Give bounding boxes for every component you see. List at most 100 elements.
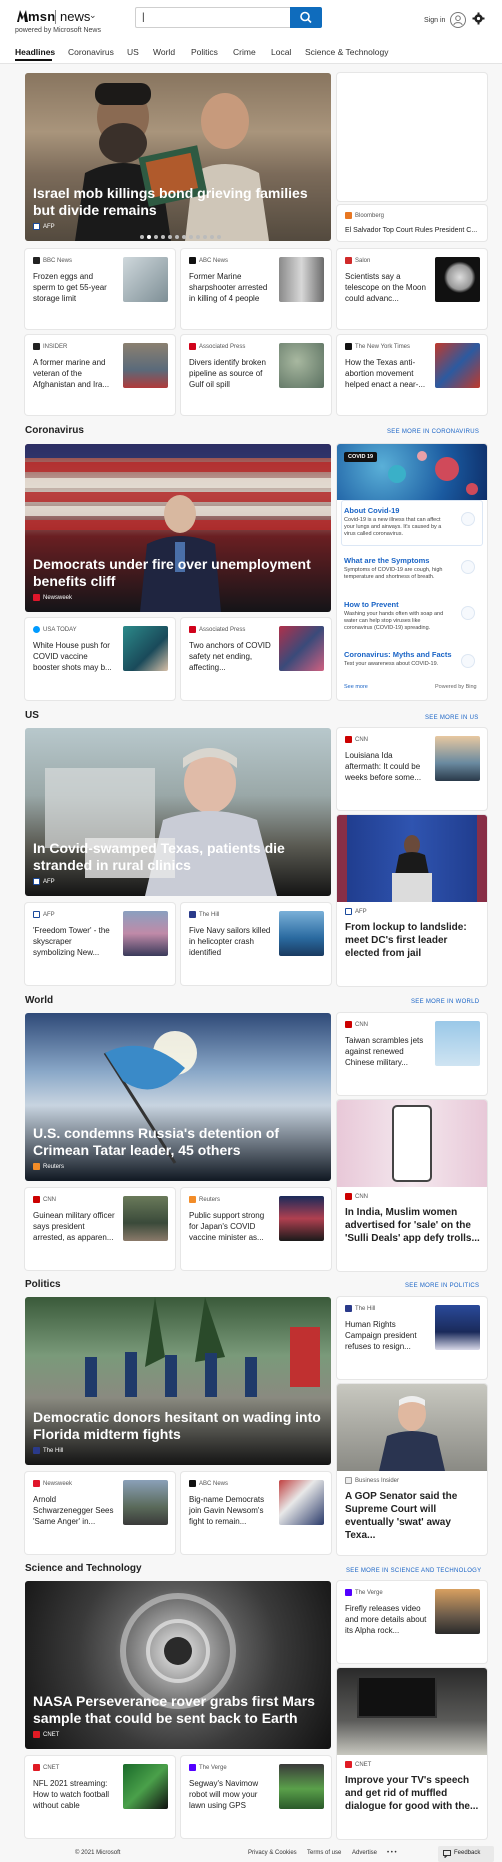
- card-title[interactable]: Two anchors of COVID safety net ending, …: [189, 640, 271, 673]
- tab-science-technology[interactable]: Science & Technology: [305, 47, 388, 57]
- card-source: CNN: [345, 736, 368, 743]
- card-title[interactable]: Taiwan scrambles jets against renewed Ch…: [345, 1035, 427, 1068]
- news-card[interactable]: Bloomberg El Salvador Top Court Rules Pr…: [337, 205, 487, 241]
- card-title[interactable]: White House push for COVID vaccine boost…: [33, 640, 115, 673]
- news-card[interactable]: CNN Taiwan scrambles jets against renewe…: [337, 1013, 487, 1095]
- more-options-button[interactable]: • • •: [387, 1850, 397, 1856]
- news-vertical-link[interactable]: news: [60, 9, 90, 24]
- tab-local[interactable]: Local: [271, 47, 291, 57]
- tab-headlines[interactable]: Headlines: [15, 47, 55, 57]
- avatar-icon[interactable]: [450, 12, 466, 28]
- privacy-link[interactable]: Privacy & Cookies: [248, 1850, 297, 1856]
- card-title[interactable]: Segway's Navimow robot will mow your law…: [189, 1778, 271, 1811]
- news-card-large[interactable]: CNET Improve your TV's speech and get ri…: [337, 1668, 487, 1839]
- news-card[interactable]: INSIDER A former marine and veteran of t…: [25, 335, 175, 415]
- news-card[interactable]: CNET NFL 2021 streaming: How to watch fo…: [25, 1756, 175, 1838]
- covid-item-title[interactable]: Coronavirus: Myths and Facts: [344, 650, 452, 659]
- sign-in-link[interactable]: Sign in: [424, 17, 445, 24]
- msn-logo[interactable]: msn: [28, 9, 55, 24]
- card-title[interactable]: 'Freedom Tower' - the skyscraper symboli…: [33, 925, 115, 958]
- card-title[interactable]: Frozen eggs and sperm to get 55-year sto…: [33, 271, 113, 304]
- tab-coronavirus[interactable]: Coronavirus: [68, 47, 114, 57]
- covid-item-title[interactable]: About Covid-19: [344, 506, 399, 515]
- us-hero-card[interactable]: In Covid-swamped Texas, patients die str…: [25, 728, 331, 896]
- news-card[interactable]: ABC News Former Marine sharpshooter arre…: [181, 249, 331, 329]
- news-card[interactable]: Associated Press Two anchors of COVID sa…: [181, 618, 331, 700]
- card-source: ABC News: [189, 257, 228, 264]
- card-title[interactable]: Guinean military officer says president …: [33, 1210, 115, 1243]
- hero-headline[interactable]: U.S. condemns Russia's detention of Crim…: [33, 1125, 321, 1159]
- search-input[interactable]: |: [135, 7, 291, 28]
- tab-politics[interactable]: Politics: [191, 47, 218, 57]
- card-title[interactable]: Former Marine sharpshooter arrested in k…: [189, 271, 271, 304]
- news-card-large[interactable]: CNN In India, Muslim women advertised fo…: [337, 1100, 487, 1271]
- advertise-link[interactable]: Advertise: [352, 1850, 377, 1856]
- news-card[interactable]: AFP 'Freedom Tower' - the skyscraper sym…: [25, 903, 175, 985]
- tab-us[interactable]: US: [127, 47, 139, 57]
- msn-butterfly-icon[interactable]: [15, 8, 29, 24]
- card-title[interactable]: Divers identify broken pipeline as sourc…: [189, 357, 271, 390]
- tab-crime[interactable]: Crime: [233, 47, 256, 57]
- news-card-large[interactable]: Business Insider A GOP Senator said the …: [337, 1384, 487, 1555]
- carousel-dots[interactable]: [140, 235, 221, 239]
- card-title[interactable]: Arnold Schwarzenegger Sees 'Same Anger' …: [33, 1494, 115, 1527]
- see-more-politics-link[interactable]: SEE MORE IN POLITICS: [405, 1283, 479, 1289]
- card-title[interactable]: Human Rights Campaign president refuses …: [345, 1319, 427, 1352]
- tab-world[interactable]: World: [153, 47, 175, 57]
- hero-headline[interactable]: NASA Perseverance rover grabs first Mars…: [33, 1693, 321, 1727]
- politics-hero-card[interactable]: Democratic donors hesitant on wading int…: [25, 1297, 331, 1465]
- covid-item-title[interactable]: How to Prevent: [344, 600, 399, 609]
- card-title[interactable]: NFL 2021 streaming: How to watch footbal…: [33, 1778, 115, 1811]
- news-card[interactable]: Reuters Public support strong for Japan'…: [181, 1188, 331, 1270]
- news-card[interactable]: The Verge Firefly releases video and mor…: [337, 1581, 487, 1663]
- scitech-hero-card[interactable]: NASA Perseverance rover grabs first Mars…: [25, 1581, 331, 1749]
- card-title[interactable]: Louisiana Ida aftermath: It could be wee…: [345, 750, 427, 783]
- card-title[interactable]: How the Texas anti-abortion movement hel…: [345, 357, 427, 390]
- news-card[interactable]: CNN Louisiana Ida aftermath: It could be…: [337, 728, 487, 810]
- hero-headline[interactable]: Democratic donors hesitant on wading int…: [33, 1409, 321, 1443]
- card-title[interactable]: Improve your TV's speech and get rid of …: [345, 1774, 481, 1813]
- card-title[interactable]: El Salvador Top Court Rules President C.…: [345, 225, 485, 236]
- see-more-coronavirus-link[interactable]: SEE MORE IN CORONAVIRUS: [387, 429, 479, 435]
- news-card[interactable]: Associated Press Divers identify broken …: [181, 335, 331, 415]
- headline-hero-card[interactable]: Israel mob killings bond grieving famili…: [25, 73, 331, 241]
- bbc-logo-icon: [33, 257, 40, 264]
- news-card[interactable]: Salon Scientists say a telescope on the …: [337, 249, 487, 329]
- card-title[interactable]: Firefly releases video and more details …: [345, 1603, 427, 1636]
- card-source: CNN: [33, 1196, 56, 1203]
- card-title[interactable]: A GOP Senator said the Supreme Court wil…: [345, 1490, 481, 1542]
- see-more-us-link[interactable]: SEE MORE IN US: [425, 715, 479, 721]
- card-title[interactable]: From lockup to landslide: meet DC's firs…: [345, 921, 481, 960]
- card-title[interactable]: A former marine and veteran of the Afgha…: [33, 357, 115, 390]
- covid-see-more-link[interactable]: See more: [344, 684, 368, 690]
- news-card[interactable]: The Hill Five Navy sailors killed in hel…: [181, 903, 331, 985]
- news-card[interactable]: BBC News Frozen eggs and sperm to get 55…: [25, 249, 175, 329]
- news-card[interactable]: The New York Times How the Texas anti-ab…: [337, 335, 487, 415]
- news-card[interactable]: ABC News Big-name Democrats join Gavin N…: [181, 1472, 331, 1554]
- news-card-large[interactable]: AFP From lockup to landslide: meet DC's …: [337, 815, 487, 986]
- hero-headline[interactable]: Israel mob killings bond grieving famili…: [33, 185, 321, 219]
- feedback-button[interactable]: Feedback: [438, 1846, 494, 1862]
- coronavirus-hero-card[interactable]: Democrats under fire over unemployment b…: [25, 444, 331, 612]
- hero-headline[interactable]: Democrats under fire over unemployment b…: [33, 556, 321, 590]
- terms-link[interactable]: Terms of use: [307, 1850, 341, 1856]
- news-card[interactable]: USA TODAY White House push for COVID vac…: [25, 618, 175, 700]
- news-card[interactable]: The Verge Segway's Navimow robot will mo…: [181, 1756, 331, 1838]
- card-title[interactable]: Big-name Democrats join Gavin Newsom's f…: [189, 1494, 271, 1527]
- card-title[interactable]: In India, Muslim women advertised for 's…: [345, 1206, 481, 1245]
- world-hero-card[interactable]: U.S. condemns Russia's detention of Crim…: [25, 1013, 331, 1181]
- covid-item-title[interactable]: What are the Symptoms: [344, 556, 429, 565]
- card-title[interactable]: Five Navy sailors killed in helicopter c…: [189, 925, 271, 958]
- see-more-world-link[interactable]: SEE MORE IN WORLD: [411, 999, 479, 1005]
- card-title[interactable]: Public support strong for Japan's COVID …: [189, 1210, 271, 1243]
- gear-icon[interactable]: [472, 12, 485, 25]
- chevron-down-icon[interactable]: ⌄: [89, 10, 97, 21]
- see-more-science-technology-link[interactable]: SEE MORE IN SCIENCE AND TECHNOLOGY: [346, 1568, 481, 1574]
- search-button[interactable]: [290, 7, 322, 28]
- hero-headline[interactable]: In Covid-swamped Texas, patients die str…: [33, 840, 321, 874]
- news-card[interactable]: CNN Guinean military officer says presid…: [25, 1188, 175, 1270]
- hero-source: Reuters: [33, 1163, 64, 1170]
- card-title[interactable]: Scientists say a telescope on the Moon c…: [345, 271, 427, 304]
- news-card[interactable]: Newsweek Arnold Schwarzenegger Sees 'Sam…: [25, 1472, 175, 1554]
- news-card[interactable]: The Hill Human Rights Campaign president…: [337, 1297, 487, 1379]
